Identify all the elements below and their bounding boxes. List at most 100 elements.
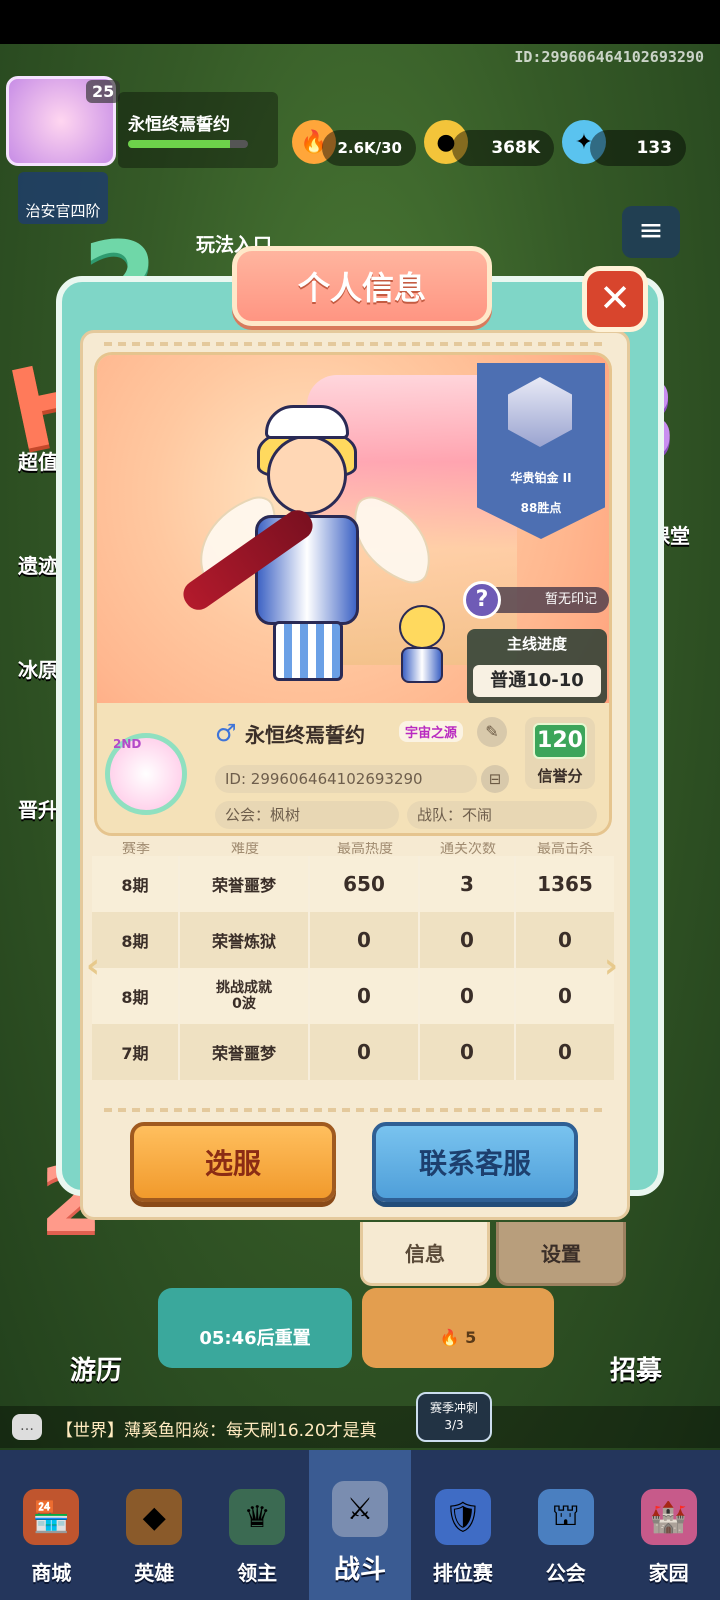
energy-counter[interactable]: 2.6K/30	[322, 130, 416, 166]
chevron-right-icon[interactable]: ›	[596, 946, 626, 986]
main-progress-box: 主线进度 普通10-10	[467, 629, 607, 705]
pet-body	[401, 647, 443, 683]
modal-title-banner: 个人信息	[232, 246, 492, 326]
recruit-button[interactable]: 招募	[610, 1350, 662, 1387]
player-title-tag: 宇宙之源	[399, 721, 464, 742]
nav-label: 领主	[237, 1561, 278, 1585]
season-sprint-badge[interactable]: 赛季冲刺 3/3	[416, 1392, 492, 1442]
header-max-kills: 最高击杀	[537, 842, 593, 856]
profile-info-strip: 2ND ♂ 永恒终焉誓约 宇宙之源 ✎ ID: 2996064641026932…	[97, 703, 609, 833]
ranked-icon: 🛡	[434, 1489, 491, 1545]
cell-clear-count: 3	[420, 856, 516, 912]
table-body: 8期 荣誉噩梦 650 3 1365 8期 荣誉炼狱 0 0 0 8期 挑战成就…	[92, 856, 614, 1080]
credit-score-box[interactable]: 120 信誉分	[525, 717, 595, 789]
player-guild: 公会：枫树	[215, 801, 399, 829]
bottom-navigation: 🏪 商城 ◆ 英雄 ♛ 领主 ⚔ 战斗 🛡 排位赛 ⛫ 公会 🏰 家园	[0, 1450, 720, 1600]
credit-score-value: 120	[533, 723, 587, 759]
hero-cap	[265, 405, 349, 439]
gem-value: 133	[636, 138, 673, 158]
table-row: 8期 荣誉炼狱 0 0 0	[92, 912, 614, 968]
home-icon: 🏰	[640, 1489, 697, 1545]
close-icon: ✕	[599, 276, 631, 320]
top-divider	[104, 342, 604, 346]
nav-hero[interactable]: ◆ 英雄	[103, 1450, 206, 1600]
travel-button[interactable]: 游历	[70, 1350, 122, 1387]
hero-icon: ◆	[126, 1489, 183, 1545]
nav-label: 排位赛	[432, 1561, 493, 1585]
guild-rank-button[interactable]: 治安官四阶	[18, 172, 108, 224]
chevron-left-icon[interactable]: ‹	[78, 946, 108, 986]
side-label-icefield[interactable]: 冰原	[18, 654, 58, 683]
tab-settings[interactable]: 设置	[496, 1222, 626, 1286]
header-season: 赛季	[122, 842, 150, 856]
nav-guild[interactable]: ⛫ 公会	[514, 1450, 617, 1600]
side-label-relic[interactable]: 遗迹	[18, 550, 58, 579]
menu-icon[interactable]: ≡	[622, 206, 680, 258]
table-header: 赛季 难度 最高热度 通关次数 最高击杀	[92, 842, 614, 856]
header-clear-count: 通关次数	[440, 842, 496, 856]
quick-start-card[interactable]: 🔥 5	[362, 1288, 554, 1368]
cell-max-heat: 0	[310, 1024, 420, 1080]
chat-icon[interactable]: …	[12, 1414, 42, 1440]
contact-support-button[interactable]: 联系客服	[372, 1122, 578, 1202]
table-row: 8期 荣誉噩梦 650 3 1365	[92, 856, 614, 912]
male-gender-icon: ♂	[215, 719, 237, 747]
hero-head	[267, 435, 347, 515]
shop-icon: 🏪	[23, 1489, 80, 1545]
xp-fill	[128, 140, 230, 148]
quick-start-count: 5	[465, 1328, 477, 1347]
status-bar	[0, 0, 720, 44]
question-icon[interactable]: ?	[463, 581, 501, 619]
cell-difficulty: 荣誉噩梦	[180, 856, 310, 912]
reset-timer-card[interactable]: 05:46后重置	[158, 1288, 352, 1368]
cell-max-heat: 0	[310, 912, 420, 968]
season-sprint-progress: 3/3	[444, 1418, 464, 1432]
side-label-promote[interactable]: 晋升	[18, 794, 58, 823]
header-max-heat: 最高热度	[337, 842, 393, 856]
nav-home[interactable]: 🏰 家园	[617, 1450, 720, 1600]
close-button[interactable]: ✕	[582, 266, 648, 332]
player-team: 战队：不闹	[407, 801, 597, 829]
nav-shop[interactable]: 🏪 商城	[0, 1450, 103, 1600]
profile-player-name: 永恒终焉誓约	[245, 723, 365, 747]
gold-counter[interactable]: 368K	[452, 130, 554, 166]
id-watermark: ID:299606464102693290	[514, 48, 704, 66]
reset-timer-text: 05:46后重置	[199, 1328, 311, 1349]
gem-counter[interactable]: 133	[590, 130, 686, 166]
nav-label: 英雄	[134, 1561, 175, 1585]
flame-icon: 🔥	[439, 1328, 466, 1347]
cell-season: 7期	[92, 1024, 180, 1080]
lord-icon: ♛	[229, 1489, 286, 1545]
rank-points: 88胜点	[520, 501, 562, 515]
pet-head	[399, 605, 445, 649]
level-badge: 25	[86, 80, 121, 103]
main-progress-title: 主线进度	[506, 635, 567, 653]
header-player-name: 永恒终焉誓约	[128, 115, 230, 135]
player-id: ID: 299606464102693290	[215, 765, 477, 793]
nav-label: 家园	[648, 1561, 689, 1585]
pet-character	[387, 595, 457, 685]
copy-id-icon[interactable]: ⊟	[481, 765, 509, 793]
cell-difficulty: 挑战成就 0波	[180, 968, 310, 1024]
nav-lord[interactable]: ♛ 领主	[206, 1450, 309, 1600]
cell-max-kills: 0	[558, 1040, 572, 1064]
rank-name: 华贵铂金 II	[510, 471, 572, 485]
nav-label: 商城	[31, 1561, 72, 1585]
cell-max-heat: 650	[310, 856, 420, 912]
edit-name-icon[interactable]: ✎	[477, 717, 507, 747]
select-server-button[interactable]: 选服	[130, 1122, 336, 1202]
xp-bar	[128, 140, 248, 148]
cell-clear-count: 0	[420, 1024, 516, 1080]
guild-icon: ⛫	[537, 1489, 594, 1545]
season-stats-table[interactable]: 赛季 难度 最高热度 通关次数 最高击杀 8期 荣誉噩梦 650 3 1365 …	[92, 842, 614, 1096]
energy-value: 2.6K/30	[337, 139, 402, 157]
nav-ranked[interactable]: 🛡 排位赛	[411, 1450, 514, 1600]
season-sprint-label: 赛季冲刺	[429, 1401, 478, 1415]
hero-artwork: 华贵铂金 II 88胜点 暂无印记 ? 主线进度 普通10-10	[97, 355, 609, 705]
modal-title: 个人信息	[297, 269, 426, 307]
nav-battle[interactable]: ⚔ 战斗	[308, 1450, 412, 1600]
hero-legs	[273, 621, 343, 681]
main-progress-value: 普通10-10	[473, 665, 601, 697]
tab-info[interactable]: 信息	[360, 1222, 490, 1286]
table-row: 7期 荣誉噩梦 0 0 0	[92, 1024, 614, 1080]
